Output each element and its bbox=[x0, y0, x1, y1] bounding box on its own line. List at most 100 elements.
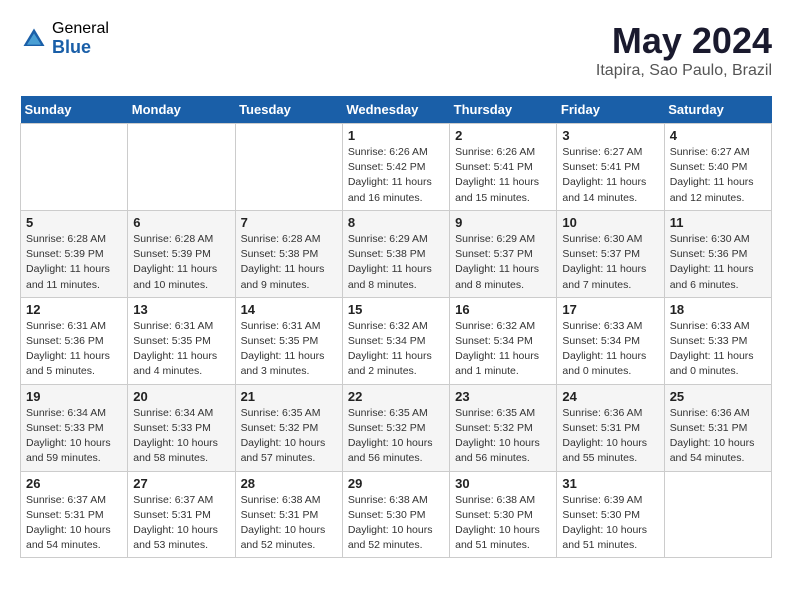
day-number: 18 bbox=[670, 302, 766, 317]
calendar-cell bbox=[21, 124, 128, 211]
day-number: 26 bbox=[26, 476, 122, 491]
calendar-week-row: 5 Sunrise: 6:28 AM Sunset: 5:39 PM Daylig… bbox=[21, 210, 772, 297]
day-number: 28 bbox=[241, 476, 337, 491]
day-number: 31 bbox=[562, 476, 658, 491]
calendar-cell: 6 Sunrise: 6:28 AM Sunset: 5:39 PM Daylig… bbox=[128, 210, 235, 297]
day-info: Sunrise: 6:29 AM Sunset: 5:37 PM Dayligh… bbox=[455, 232, 551, 293]
day-info: Sunrise: 6:35 AM Sunset: 5:32 PM Dayligh… bbox=[348, 406, 444, 467]
calendar-cell: 5 Sunrise: 6:28 AM Sunset: 5:39 PM Daylig… bbox=[21, 210, 128, 297]
day-info: Sunrise: 6:37 AM Sunset: 5:31 PM Dayligh… bbox=[133, 493, 229, 554]
calendar-cell: 23Sunrise: 6:35 AM Sunset: 5:32 PM Dayli… bbox=[450, 384, 557, 471]
calendar-cell: 19Sunrise: 6:34 AM Sunset: 5:33 PM Dayli… bbox=[21, 384, 128, 471]
day-info: Sunrise: 6:28 AM Sunset: 5:39 PM Dayligh… bbox=[26, 232, 122, 293]
calendar-cell: 3Sunrise: 6:27 AM Sunset: 5:41 PM Daylig… bbox=[557, 124, 664, 211]
day-number: 25 bbox=[670, 389, 766, 404]
calendar-cell: 10 Sunrise: 6:30 AM Sunset: 5:37 PM Dayli… bbox=[557, 210, 664, 297]
calendar-cell: 18 Sunrise: 6:33 AM Sunset: 5:33 PM Dayli… bbox=[664, 297, 771, 384]
day-header-saturday: Saturday bbox=[664, 96, 771, 124]
day-number: 6 bbox=[133, 215, 229, 230]
day-number: 2 bbox=[455, 128, 551, 143]
day-number: 15 bbox=[348, 302, 444, 317]
calendar-cell: 17 Sunrise: 6:33 AM Sunset: 5:34 PM Dayli… bbox=[557, 297, 664, 384]
day-info: Sunrise: 6:32 AM Sunset: 5:34 PM Dayligh… bbox=[348, 319, 444, 380]
day-number: 22 bbox=[348, 389, 444, 404]
calendar-cell: 16Sunrise: 6:32 AM Sunset: 5:34 PM Dayli… bbox=[450, 297, 557, 384]
page-header: General Blue May 2024 Itapira, Sao Paulo… bbox=[20, 20, 772, 80]
calendar-cell: 2 Sunrise: 6:26 AM Sunset: 5:41 PM Daylig… bbox=[450, 124, 557, 211]
day-info: Sunrise: 6:26 AM Sunset: 5:42 PM Dayligh… bbox=[348, 145, 444, 206]
calendar-week-row: 19 Sunrise: 6:34 AM Sunset: 5:33 PM Dayli… bbox=[21, 384, 772, 471]
day-info: Sunrise: 6:35 AM Sunset: 5:32 PM Dayligh… bbox=[455, 406, 551, 467]
title-section: May 2024 Itapira, Sao Paulo, Brazil bbox=[596, 20, 772, 80]
calendar-week-row: 12 Sunrise: 6:31 AM Sunset: 5:36 PM Dayli… bbox=[21, 297, 772, 384]
day-header-thursday: Thursday bbox=[450, 96, 557, 124]
calendar-cell: 9 Sunrise: 6:29 AM Sunset: 5:37 PM Daylig… bbox=[450, 210, 557, 297]
calendar-cell: 30Sunrise: 6:38 AM Sunset: 5:30 PM Dayli… bbox=[450, 471, 557, 558]
calendar-cell: 29Sunrise: 6:38 AM Sunset: 5:30 PM Dayli… bbox=[342, 471, 449, 558]
day-number: 17 bbox=[562, 302, 658, 317]
day-number: 5 bbox=[26, 215, 122, 230]
day-number: 11 bbox=[670, 215, 766, 230]
logo-icon bbox=[20, 25, 48, 53]
day-number: 19 bbox=[26, 389, 122, 404]
calendar-cell: 13Sunrise: 6:31 AM Sunset: 5:35 PM Dayli… bbox=[128, 297, 235, 384]
day-info: Sunrise: 6:28 AM Sunset: 5:39 PM Dayligh… bbox=[133, 232, 229, 293]
day-info: Sunrise: 6:32 AM Sunset: 5:34 PM Dayligh… bbox=[455, 319, 551, 380]
calendar-cell: 22 Sunrise: 6:35 AM Sunset: 5:32 PM Dayli… bbox=[342, 384, 449, 471]
logo: General Blue bbox=[20, 20, 109, 57]
calendar-cell: 12 Sunrise: 6:31 AM Sunset: 5:36 PM Dayli… bbox=[21, 297, 128, 384]
day-number: 30 bbox=[455, 476, 551, 491]
day-number: 21 bbox=[241, 389, 337, 404]
day-number: 4 bbox=[670, 128, 766, 143]
day-number: 10 bbox=[562, 215, 658, 230]
day-info: Sunrise: 6:39 AM Sunset: 5:30 PM Dayligh… bbox=[562, 493, 658, 554]
day-info: Sunrise: 6:33 AM Sunset: 5:34 PM Dayligh… bbox=[562, 319, 658, 380]
day-info: Sunrise: 6:27 AM Sunset: 5:40 PM Dayligh… bbox=[670, 145, 766, 206]
calendar-cell: 7Sunrise: 6:28 AM Sunset: 5:38 PM Daylig… bbox=[235, 210, 342, 297]
day-number: 9 bbox=[455, 215, 551, 230]
day-header-monday: Monday bbox=[128, 96, 235, 124]
day-header-wednesday: Wednesday bbox=[342, 96, 449, 124]
day-number: 12 bbox=[26, 302, 122, 317]
day-number: 27 bbox=[133, 476, 229, 491]
calendar-cell: 31 Sunrise: 6:39 AM Sunset: 5:30 PM Dayli… bbox=[557, 471, 664, 558]
day-info: Sunrise: 6:26 AM Sunset: 5:41 PM Dayligh… bbox=[455, 145, 551, 206]
day-header-friday: Friday bbox=[557, 96, 664, 124]
calendar-cell: 15 Sunrise: 6:32 AM Sunset: 5:34 PM Dayli… bbox=[342, 297, 449, 384]
calendar-cell bbox=[664, 471, 771, 558]
calendar-cell: 11 Sunrise: 6:30 AM Sunset: 5:36 PM Dayli… bbox=[664, 210, 771, 297]
day-info: Sunrise: 6:31 AM Sunset: 5:35 PM Dayligh… bbox=[133, 319, 229, 380]
calendar-week-row: 26 Sunrise: 6:37 AM Sunset: 5:31 PM Dayli… bbox=[21, 471, 772, 558]
day-info: Sunrise: 6:36 AM Sunset: 5:31 PM Dayligh… bbox=[670, 406, 766, 467]
day-number: 1 bbox=[348, 128, 444, 143]
logo-text: General Blue bbox=[52, 20, 109, 57]
day-info: Sunrise: 6:29 AM Sunset: 5:38 PM Dayligh… bbox=[348, 232, 444, 293]
logo-blue: Blue bbox=[52, 38, 109, 58]
day-info: Sunrise: 6:31 AM Sunset: 5:35 PM Dayligh… bbox=[241, 319, 337, 380]
day-header-tuesday: Tuesday bbox=[235, 96, 342, 124]
day-number: 7 bbox=[241, 215, 337, 230]
calendar-cell: 20Sunrise: 6:34 AM Sunset: 5:33 PM Dayli… bbox=[128, 384, 235, 471]
day-info: Sunrise: 6:33 AM Sunset: 5:33 PM Dayligh… bbox=[670, 319, 766, 380]
day-info: Sunrise: 6:30 AM Sunset: 5:36 PM Dayligh… bbox=[670, 232, 766, 293]
day-info: Sunrise: 6:36 AM Sunset: 5:31 PM Dayligh… bbox=[562, 406, 658, 467]
day-info: Sunrise: 6:38 AM Sunset: 5:31 PM Dayligh… bbox=[241, 493, 337, 554]
day-number: 29 bbox=[348, 476, 444, 491]
calendar-cell: 1 Sunrise: 6:26 AM Sunset: 5:42 PM Daylig… bbox=[342, 124, 449, 211]
day-number: 8 bbox=[348, 215, 444, 230]
day-number: 3 bbox=[562, 128, 658, 143]
day-info: Sunrise: 6:31 AM Sunset: 5:36 PM Dayligh… bbox=[26, 319, 122, 380]
day-number: 14 bbox=[241, 302, 337, 317]
day-number: 24 bbox=[562, 389, 658, 404]
calendar-cell bbox=[128, 124, 235, 211]
day-info: Sunrise: 6:34 AM Sunset: 5:33 PM Dayligh… bbox=[133, 406, 229, 467]
calendar-cell: 28 Sunrise: 6:38 AM Sunset: 5:31 PM Dayli… bbox=[235, 471, 342, 558]
day-info: Sunrise: 6:30 AM Sunset: 5:37 PM Dayligh… bbox=[562, 232, 658, 293]
calendar-cell bbox=[235, 124, 342, 211]
calendar-table: SundayMondayTuesdayWednesdayThursdayFrid… bbox=[20, 96, 772, 558]
calendar-cell: 27 Sunrise: 6:37 AM Sunset: 5:31 PM Dayli… bbox=[128, 471, 235, 558]
calendar-cell: 24 Sunrise: 6:36 AM Sunset: 5:31 PM Dayli… bbox=[557, 384, 664, 471]
month-year: May 2024 bbox=[596, 20, 772, 62]
calendar-body: 1 Sunrise: 6:26 AM Sunset: 5:42 PM Daylig… bbox=[21, 124, 772, 558]
day-info: Sunrise: 6:35 AM Sunset: 5:32 PM Dayligh… bbox=[241, 406, 337, 467]
